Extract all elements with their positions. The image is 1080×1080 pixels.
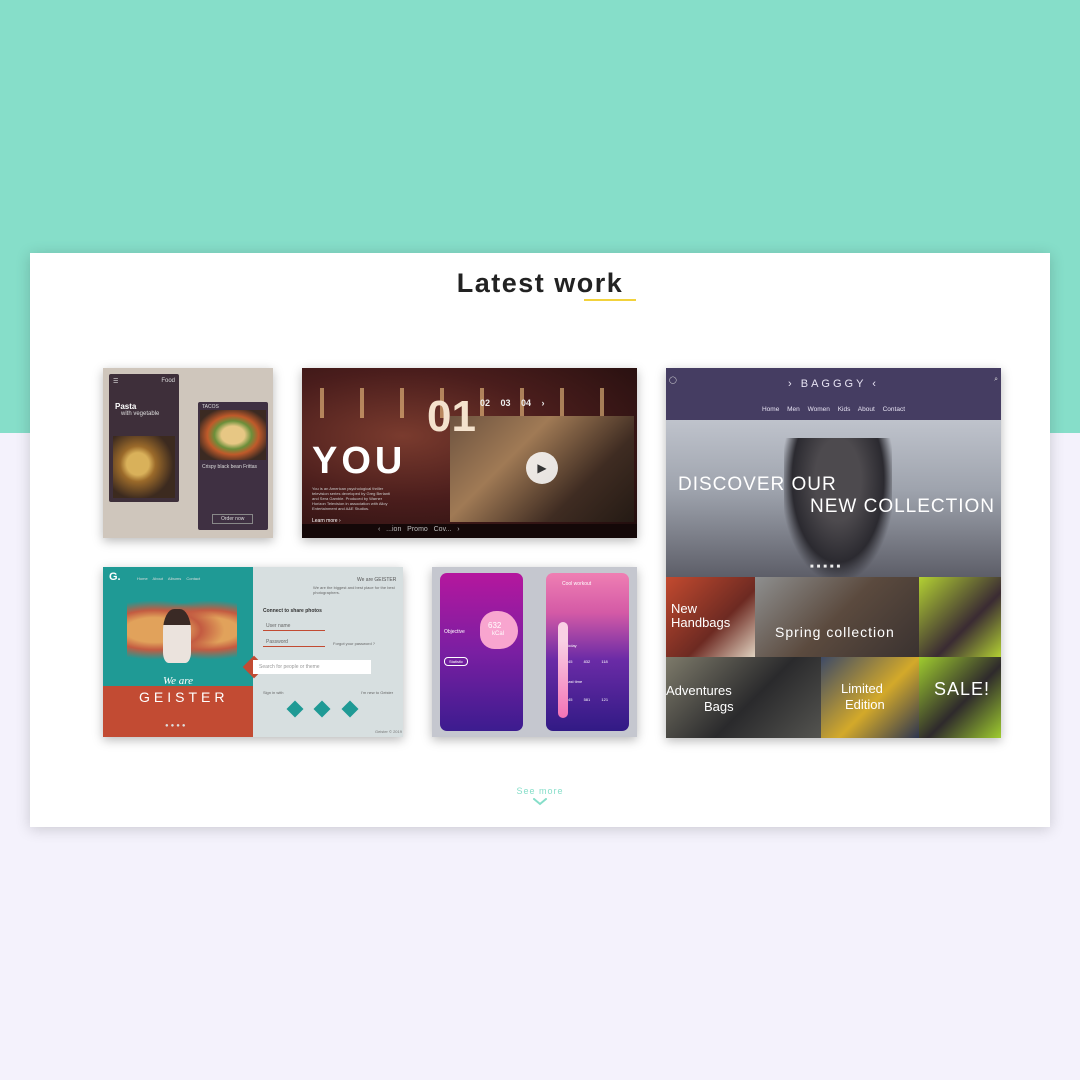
- new-to-geister-link[interactable]: I'm new to Geister: [361, 690, 393, 695]
- bottom-nav-text[interactable]: ‹ ...ion Promo Cov... ›: [378, 526, 460, 533]
- nav-kids[interactable]: Kids: [838, 406, 851, 413]
- series-description: You is an American psychological thrille…: [312, 486, 391, 511]
- bottom-nav: ‹ ...ion Promo Cov... ›: [302, 524, 637, 538]
- nav-women[interactable]: Women: [808, 406, 830, 413]
- progress-bar: [558, 622, 568, 718]
- sign-in-with-label: Sign in with: [263, 690, 284, 695]
- tile-edition-label: Edition: [845, 697, 885, 712]
- food-phone-screen-1: ☰ Food Pasta with vegetable: [109, 374, 179, 502]
- portfolio-card-food-app[interactable]: ☰ Food Pasta with vegetable TACOS Crispy…: [103, 368, 273, 538]
- tile-handbags-label: Handbags: [671, 615, 731, 630]
- portfolio-card-you-series[interactable]: ▶ 01 02 03 04 › YOU You is an American p…: [302, 368, 637, 538]
- nav-men[interactable]: Men: [787, 406, 800, 413]
- fitness-phone-screen-1: 632 kCal Objective Statistic: [440, 573, 523, 731]
- title-underline: [584, 299, 636, 301]
- nav-about[interactable]: About: [858, 406, 875, 413]
- geister-nav[interactable]: Home About Albums Contact: [137, 576, 200, 581]
- taco-image: [200, 410, 266, 460]
- portfolio-card-fitness-app[interactable]: 632 kCal Objective Statistic Cool workou…: [432, 567, 637, 737]
- tile-limited-label: Limited: [841, 681, 883, 696]
- tacos-title: TACOS: [202, 404, 219, 410]
- workout-header: Cool workout: [562, 581, 592, 587]
- nav-home[interactable]: Home: [762, 406, 779, 413]
- geister-search-input[interactable]: Search for people or theme: [253, 660, 371, 674]
- statistic-button[interactable]: Statistic: [444, 657, 469, 666]
- carousel-dots[interactable]: ■■■■■: [810, 564, 843, 570]
- tile-bags-label: Bags: [704, 699, 734, 714]
- hero-line-2: NEW COLLECTION: [810, 496, 996, 517]
- order-now-button[interactable]: Order now: [212, 514, 254, 524]
- geister-brand: GEISTER: [139, 689, 229, 705]
- chevron-down-icon[interactable]: [533, 798, 547, 806]
- pasta-subtitle: with vegetable: [121, 411, 160, 417]
- password-field[interactable]: Password: [263, 637, 325, 647]
- facebook-icon[interactable]: [286, 700, 304, 718]
- tile-sale-label: SALE!: [934, 679, 991, 699]
- tile-new-handbags[interactable]: New Handbags: [666, 577, 755, 657]
- today-stats: 45 832 118: [568, 659, 608, 664]
- play-icon[interactable]: ▶: [526, 452, 558, 484]
- we-are-text: We are: [163, 675, 194, 687]
- geister-footer: Geister © 2019: [375, 729, 402, 734]
- see-more-link[interactable]: See more: [0, 786, 1080, 796]
- tile-sale[interactable]: SALE!: [919, 657, 1001, 738]
- baggy-header: ◯ ⌕ › BAGGGY ‹ Home Men Women Kids About…: [666, 368, 1001, 420]
- geister-logo: G.: [109, 571, 121, 583]
- connect-heading: Connect to share photos: [263, 608, 322, 614]
- episode-number: 01: [427, 392, 476, 441]
- google-plus-icon[interactable]: [341, 700, 359, 718]
- tile-dress[interactable]: [919, 577, 1001, 657]
- kcal-value: 632: [488, 621, 502, 630]
- pasta-title: Pasta: [115, 402, 137, 411]
- baggy-logo: › BAGGGY ‹: [788, 378, 879, 390]
- portfolio-card-geister[interactable]: G. Home About Albums Contact We are GEIS…: [103, 567, 403, 737]
- episode-pager[interactable]: 02 03 04 ›: [480, 398, 545, 408]
- tile-limited-edition[interactable]: Limited Edition: [821, 657, 919, 738]
- geister-tagline: We are the biggest and best place for th…: [313, 585, 395, 595]
- food-header: Food: [161, 378, 175, 384]
- tile-new-label: New: [671, 601, 698, 616]
- hero-line-1: DISCOVER OUR: [678, 474, 837, 495]
- pasta-image: [113, 436, 175, 498]
- geister-header-right: We are GEISTER: [357, 577, 397, 583]
- portfolio-card-baggy-shop[interactable]: ◯ ⌕ › BAGGGY ‹ Home Men Women Kids About…: [666, 368, 1001, 738]
- food-phone-screen-2: TACOS Crispy black bean Frittas Order no…: [198, 402, 268, 530]
- kcal-unit: kCal: [492, 631, 505, 637]
- section-title: Latest work: [456, 268, 624, 298]
- geister-carousel-dots[interactable]: ●●●●: [165, 723, 188, 729]
- tacos-item: Crispy black bean Frittas: [202, 464, 258, 470]
- tile-spring-collection[interactable]: Spring collection: [755, 577, 919, 657]
- last-time-label: Last time: [566, 679, 583, 684]
- tile-adventures-label: Adventures: [666, 683, 732, 698]
- menu-icon: ☰: [113, 379, 119, 385]
- baggy-nav: Home Men Women Kids About Contact: [666, 406, 1001, 413]
- hero-person: [163, 609, 191, 663]
- tile-spring-label: Spring collection: [775, 624, 895, 640]
- username-field[interactable]: User name: [263, 621, 325, 631]
- last-time-stats: 45 581 121: [568, 697, 609, 702]
- series-headline: YOU: [312, 440, 407, 482]
- twitter-icon[interactable]: [313, 700, 331, 718]
- nav-contact[interactable]: Contact: [883, 406, 905, 413]
- forgot-password-link[interactable]: Forgot your password ?: [333, 641, 375, 646]
- tile-adventures-bags[interactable]: Adventures Bags: [666, 657, 821, 738]
- kcal-blob: [480, 611, 518, 649]
- objective-label: Objective: [444, 629, 465, 635]
